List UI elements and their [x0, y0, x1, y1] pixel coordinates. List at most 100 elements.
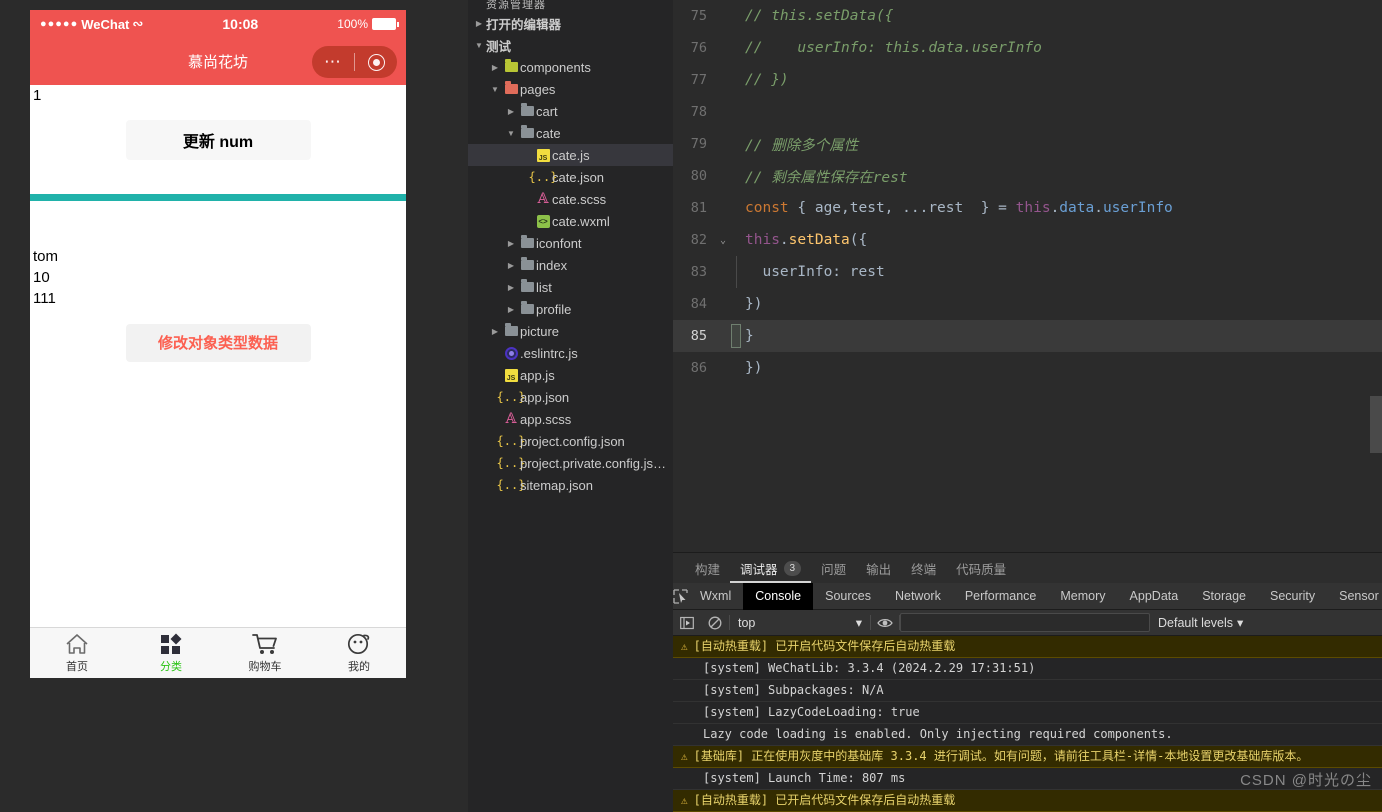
- chevron-right-icon[interactable]: ▶: [488, 63, 502, 72]
- tree-item-iconfont[interactable]: ▶ iconfont: [468, 232, 673, 254]
- devtools-tab-1[interactable]: 调试器 3: [730, 553, 811, 583]
- devtools-tab-3[interactable]: 输出: [856, 553, 901, 583]
- chevron-right-icon[interactable]: ▶: [488, 327, 502, 336]
- devtools-tab-4[interactable]: 终端: [901, 553, 946, 583]
- tab-profile[interactable]: 我的: [312, 628, 406, 678]
- console-log-entry[interactable]: [system] WeChatLib: 3.3.4 (2024.2.29 17:…: [673, 658, 1382, 680]
- tree-item-picture[interactable]: ▶ picture: [468, 320, 673, 342]
- devtools-subtab-wxml[interactable]: Wxml: [688, 583, 743, 610]
- execute-icon[interactable]: [673, 616, 701, 630]
- chevron-right-icon[interactable]: ▶: [504, 239, 518, 248]
- devtools-subtab-network[interactable]: Network: [883, 583, 953, 610]
- code-line[interactable]: 79 // 删除多个属性: [673, 128, 1382, 160]
- devtools-tab-5[interactable]: 代码质量: [946, 553, 1016, 583]
- tree-item-pages[interactable]: ▼ pages: [468, 78, 673, 100]
- code-line[interactable]: 85}: [673, 320, 1382, 352]
- chevron-right-icon[interactable]: ▶: [504, 261, 518, 270]
- chevron-down-icon[interactable]: ▼: [488, 85, 502, 94]
- tree-item-app.js[interactable]: JS app.js: [468, 364, 673, 386]
- tree-item-.eslintrc.js[interactable]: .eslintrc.js: [468, 342, 673, 364]
- devtools-subtab-performance[interactable]: Performance: [953, 583, 1049, 610]
- tree-item-profile[interactable]: ▶ profile: [468, 298, 673, 320]
- tab-cart[interactable]: 购物车: [218, 628, 312, 678]
- code-line[interactable]: 82 ⌄ this.setData({: [673, 224, 1382, 256]
- chevron-right-icon[interactable]: ▶: [472, 19, 486, 28]
- devtools-tab-0[interactable]: 构建: [685, 553, 730, 583]
- devtools-subtab-sources[interactable]: Sources: [813, 583, 883, 610]
- log-levels-select[interactable]: Default levels ▾: [1150, 615, 1251, 631]
- code-line[interactable]: 86}): [673, 352, 1382, 384]
- code-line[interactable]: 84}): [673, 288, 1382, 320]
- tree-item-[interactable]: ▶ 打开的编辑器: [468, 12, 673, 34]
- battery-percent-label: 100%: [337, 17, 368, 31]
- file-type-icon: <>: [534, 214, 552, 228]
- code-text: // this.setData({: [745, 8, 894, 24]
- console-log-entry[interactable]: [system] LazyCodeLoading: true: [673, 702, 1382, 724]
- console-log-entry[interactable]: Lazy code loading is enabled. Only injec…: [673, 724, 1382, 746]
- filter-input[interactable]: [900, 613, 1150, 632]
- devtools-subtab-security[interactable]: Security: [1258, 583, 1327, 610]
- chevron-down-icon[interactable]: ▼: [504, 129, 518, 138]
- tree-item-project.private.config.js[interactable]: {..} project.private.config.js…: [468, 452, 673, 474]
- tab-home[interactable]: 首页: [30, 628, 124, 678]
- file-type-icon: [502, 59, 520, 72]
- chevron-right-icon[interactable]: ▶: [504, 283, 518, 292]
- chevron-right-icon[interactable]: ▶: [504, 305, 518, 314]
- devtools-subtab-appdata[interactable]: AppData: [1118, 583, 1191, 610]
- tree-item-project.config.json[interactable]: {..} project.config.json: [468, 430, 673, 452]
- target-icon[interactable]: [355, 53, 397, 71]
- folder-pages-icon: [504, 81, 518, 94]
- code-line[interactable]: 77 // }): [673, 64, 1382, 96]
- tree-item-cate.wxml[interactable]: <> cate.wxml: [468, 210, 673, 232]
- code-text: }): [745, 296, 763, 312]
- devtools-subtab-storage[interactable]: Storage: [1190, 583, 1258, 610]
- tree-item-cate.scss[interactable]: 𝔸cate.scss: [468, 188, 673, 210]
- tree-item-cate.json[interactable]: {..} cate.json: [468, 166, 673, 188]
- simulator-tab-bar: 首页 分类 购物车 我的: [30, 627, 406, 678]
- tree-item-label: index: [536, 257, 568, 273]
- tree-item-[interactable]: ▼ 测试: [468, 34, 673, 56]
- code-line[interactable]: 80 // 剩余属性保存在rest: [673, 160, 1382, 192]
- devtools-subtab-memory[interactable]: Memory: [1048, 583, 1117, 610]
- devtools-tab-2[interactable]: 问题: [811, 553, 856, 583]
- live-expression-icon[interactable]: [871, 617, 899, 629]
- code-line[interactable]: 76 // userInfo: this.data.userInfo: [673, 32, 1382, 64]
- line-number: 79: [690, 136, 707, 152]
- tree-item-sitemap.json[interactable]: {..} sitemap.json: [468, 474, 673, 496]
- file-type-icon: [518, 235, 536, 248]
- capsule-button[interactable]: ⋯: [312, 46, 397, 78]
- code-editor[interactable]: 75 // this.setData({76 // userInfo: this.d…: [673, 0, 1382, 552]
- code-text: // 删除多个属性: [745, 137, 859, 154]
- chevron-down-icon[interactable]: ▼: [472, 41, 486, 50]
- editor-scrollbar-thumb[interactable]: [1370, 396, 1382, 453]
- console-log-entry[interactable]: ⚠ [自动热重载] 已开启代码文件保存后自动热重载: [673, 636, 1382, 658]
- code-line[interactable]: 83 userInfo: rest: [673, 256, 1382, 288]
- tree-item-cart[interactable]: ▶ cart: [468, 100, 673, 122]
- inspect-cursor-icon[interactable]: [673, 588, 688, 604]
- modify-object-button[interactable]: 修改对象类型数据: [125, 323, 311, 362]
- code-line[interactable]: 78: [673, 96, 1382, 128]
- file-type-icon: {..}: [497, 434, 526, 448]
- execution-context-select[interactable]: top ▾: [730, 615, 870, 631]
- console-log-entry[interactable]: ⚠ [基础库] 正在使用灰度中的基础库 3.3.4 进行调试。如有问题，请前往工具…: [673, 746, 1382, 768]
- devtools-subtab-console[interactable]: Console: [743, 582, 814, 610]
- console-log-entry[interactable]: ⚠ [自动热重载] 已开启代码文件保存后自动热重载: [673, 790, 1382, 812]
- fold-chevron-down-icon[interactable]: ⌄: [715, 235, 731, 246]
- tree-item-index[interactable]: ▶ index: [468, 254, 673, 276]
- warning-icon: ⚠: [681, 794, 688, 807]
- tree-item-cate[interactable]: ▼ cate: [468, 122, 673, 144]
- update-num-button[interactable]: 更新 num: [125, 119, 311, 160]
- devtools-subtab-sensor[interactable]: Sensor: [1327, 583, 1382, 610]
- console-log-entry[interactable]: [system] Subpackages: N/A: [673, 680, 1382, 702]
- code-line[interactable]: 75 // this.setData({: [673, 0, 1382, 32]
- phone-simulator: ●●●●● WeChat ∾ 10:08 100% 慕尚花坊 ⋯ 1 更新 nu…: [30, 10, 406, 678]
- tree-item-list[interactable]: ▶ list: [468, 276, 673, 298]
- chevron-right-icon[interactable]: ▶: [504, 107, 518, 116]
- clear-console-icon[interactable]: [701, 616, 729, 630]
- tree-item-app.scss[interactable]: 𝔸app.scss: [468, 408, 673, 430]
- code-line[interactable]: 81 const { age,test, ...rest } = this.dat…: [673, 192, 1382, 224]
- tree-item-cate.js[interactable]: JS cate.js: [468, 144, 673, 166]
- tab-category[interactable]: 分类: [124, 628, 218, 678]
- tree-item-app.json[interactable]: {..} app.json: [468, 386, 673, 408]
- tree-item-components[interactable]: ▶ components: [468, 56, 673, 78]
